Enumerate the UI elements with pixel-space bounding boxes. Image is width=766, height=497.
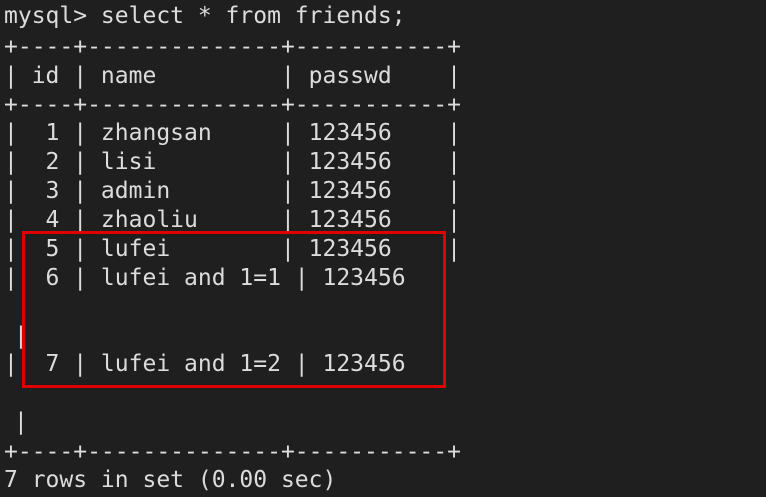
table-border-top: +----+--------------+-----------+: [4, 34, 461, 60]
table-row: | 1 | zhangsan | 123456 |: [4, 120, 461, 146]
table-row: | 2 | lisi | 123456 |: [4, 149, 461, 175]
table-border-bottom: +----+--------------+-----------+: [4, 439, 461, 465]
command-prompt: mysql> select * from friends;: [4, 3, 406, 29]
highlight-annotation-box: [22, 231, 446, 388]
stray-bar: |: [14, 409, 28, 435]
terminal-window[interactable]: mysql> select * from friends; +----+----…: [0, 0, 766, 497]
table-border-header: +----+--------------+-----------+: [4, 92, 461, 118]
table-header-row: | id | name | passwd |: [4, 63, 461, 89]
table-row: | 3 | admin | 123456 |: [4, 178, 461, 204]
result-summary: 7 rows in set (0.00 sec): [4, 467, 337, 493]
